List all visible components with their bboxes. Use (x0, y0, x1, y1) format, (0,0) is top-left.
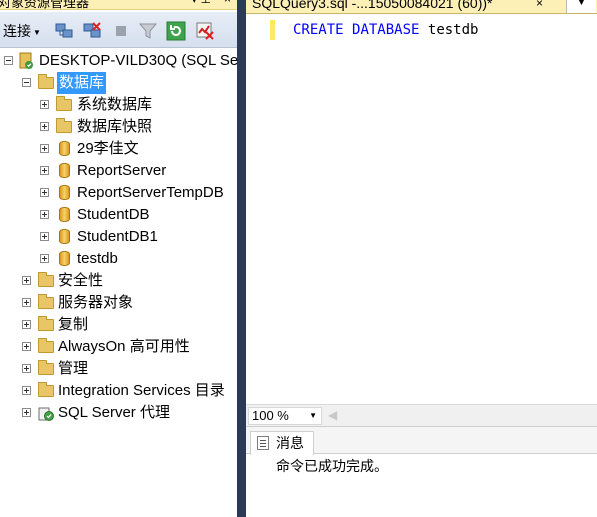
expand-icon[interactable] (40, 144, 49, 153)
connect-object-explorer-icon[interactable] (54, 21, 74, 41)
tree-node-label: 服务器对象 (58, 294, 134, 311)
tree-node-label: Integration Services 目录 (58, 382, 225, 399)
server-label: DESKTOP-VILD30Q (SQL Se (39, 52, 237, 69)
tree-node-label: AlwaysOn 高可用性 (58, 338, 190, 355)
expand-icon[interactable] (22, 320, 31, 329)
chevron-down-icon: ▼ (577, 0, 586, 7)
expand-icon[interactable] (22, 408, 31, 417)
database-icon (59, 207, 70, 222)
close-icon[interactable]: × (224, 0, 231, 6)
expand-icon[interactable] (40, 232, 49, 241)
panel-splitter[interactable] (237, 0, 246, 517)
tree-node-label: ReportServerTempDB (77, 184, 224, 201)
collapse-icon[interactable] (22, 78, 31, 87)
database-icon (59, 163, 70, 178)
database-icon (59, 185, 70, 200)
databases-label: 数据库 (57, 72, 107, 94)
tree-node-label: 系统数据库 (77, 96, 153, 113)
expand-icon[interactable] (40, 188, 49, 197)
activity-monitor-icon[interactable] (195, 21, 215, 41)
tree-node-server[interactable]: DESKTOP-VILD30Q (SQL Se (0, 50, 237, 72)
tree-node-label: StudentDB1 (77, 228, 158, 245)
tree-node-label: StudentDB (77, 206, 150, 223)
expand-icon[interactable] (40, 122, 49, 131)
tree-node-label: 管理 (58, 360, 89, 377)
expand-icon[interactable] (22, 342, 31, 351)
close-icon[interactable]: × (536, 0, 543, 10)
tab-messages[interactable]: 消息 (250, 431, 314, 455)
collapse-icon[interactable] (4, 56, 13, 65)
code-line[interactable]: CREATE DATABASE testdb (293, 22, 478, 38)
folder-icon (56, 96, 72, 111)
editor-margin (246, 14, 268, 404)
folder-icon (38, 338, 54, 353)
expand-icon[interactable] (40, 210, 49, 219)
expand-icon[interactable] (22, 298, 31, 307)
zoom-value: 100 % (252, 408, 289, 423)
results-pane: 消息 命令已成功完成。 (246, 426, 597, 517)
expand-icon[interactable] (40, 100, 49, 109)
object-explorer-panel: 对象资源管理器 ▾ ⊥ × 连接▼ (0, 0, 237, 517)
results-tabstrip: 消息 (246, 427, 597, 455)
zoom-dropdown[interactable]: 100 % ▼ (248, 407, 322, 425)
disconnect-icon[interactable] (82, 21, 102, 41)
database-icon (59, 229, 70, 244)
tab-messages-label: 消息 (276, 435, 304, 451)
editor-tab[interactable]: SQLQuery3.sql -...15050084021 (60))* × ▼ (246, 0, 597, 14)
message-icon (257, 436, 269, 450)
expand-icon[interactable] (22, 386, 31, 395)
expand-icon[interactable] (22, 276, 31, 285)
tree-node-label: ReportServer (77, 162, 167, 179)
agent-icon (38, 407, 54, 421)
tree-node-label: 安全性 (58, 272, 104, 289)
database-icon (59, 141, 70, 156)
chevron-down-icon: ▼ (309, 411, 317, 420)
folder-icon (56, 118, 72, 133)
tree-node-label: SQL Server 代理 (58, 404, 170, 421)
chevron-down-icon: ▼ (33, 27, 41, 37)
keyword: CREATE (293, 22, 344, 38)
tree-node-label: 29李佳文 (77, 140, 139, 157)
tab-list-dropdown[interactable]: ▼ (566, 0, 596, 13)
change-indicator (270, 20, 275, 40)
identifier: testdb (427, 22, 479, 38)
refresh-icon[interactable] (166, 21, 186, 41)
folder-icon (38, 316, 54, 331)
object-explorer-toolbar: 连接 ▼ (0, 12, 237, 48)
stop-icon[interactable] (111, 21, 131, 41)
folder-icon (38, 360, 54, 375)
folder-icon (38, 294, 54, 309)
tree-node-label: testdb (77, 250, 118, 267)
folder-icon (38, 272, 54, 287)
database-icon (59, 251, 70, 266)
tree-node-label: 数据库快照 (77, 118, 153, 135)
server-icon (19, 52, 33, 69)
result-message: 命令已成功完成。 (276, 458, 388, 474)
connect-button[interactable]: 连接 ▼ (3, 21, 41, 41)
expand-icon[interactable] (40, 166, 49, 175)
expand-icon[interactable] (22, 364, 31, 373)
object-explorer-tree: DESKTOP-VILD30Q (SQL Se 数据库 系统数据库 数据库快照 … (0, 50, 237, 517)
tree-node-label: 复制 (58, 316, 89, 333)
connect-label: 连接 (3, 23, 31, 39)
folder-icon (38, 382, 54, 397)
query-editor[interactable]: CREATE DATABASE testdb (246, 14, 597, 404)
filter-icon[interactable] (138, 21, 158, 41)
folder-icon (38, 74, 54, 89)
editor-tab-title: SQLQuery3.sql -...15050084021 (60))* (252, 0, 493, 11)
expand-icon[interactable] (40, 254, 49, 263)
object-explorer-title: 对象资源管理器 (0, 0, 90, 10)
object-explorer-title-bar: 对象资源管理器 ▾ ⊥ × (0, 0, 237, 10)
scroll-left-icon[interactable]: ◀ (328, 408, 337, 422)
pin-icon[interactable]: ▾ ⊥ (191, 0, 211, 6)
keyword: DATABASE (352, 22, 420, 38)
editor-status-bar: 100 % ▼ ◀ (246, 404, 597, 426)
